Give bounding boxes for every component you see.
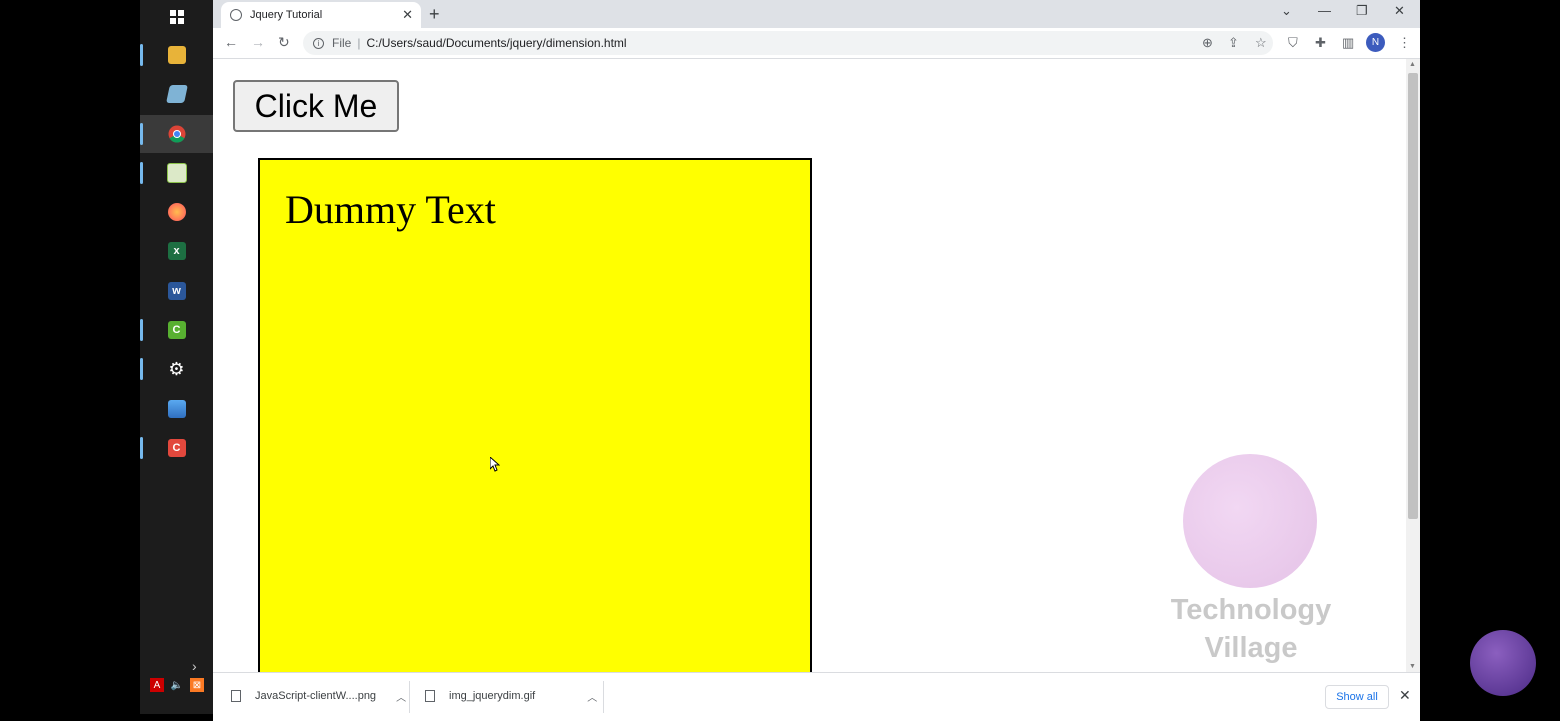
forward-button[interactable]: → bbox=[251, 34, 265, 50]
camtasia-recorder-icon: C bbox=[167, 439, 186, 457]
file-explorer-icon bbox=[167, 46, 186, 64]
chevron-up-icon[interactable]: ︿ bbox=[396, 689, 406, 704]
tab-title: Jquery Tutorial bbox=[250, 9, 323, 21]
download-filename: JavaScript-clientW....png bbox=[255, 690, 377, 702]
dummy-text: Dummy Text bbox=[285, 187, 496, 232]
taskbar-notepad[interactable] bbox=[140, 154, 213, 192]
chevron-down-icon[interactable]: ⌄ bbox=[1281, 3, 1292, 19]
watermark-text: Technology Village bbox=[1143, 591, 1359, 667]
watermark-line-2: Village bbox=[1204, 632, 1298, 664]
new-tab-button[interactable]: + bbox=[429, 4, 440, 25]
app-icon bbox=[165, 85, 188, 103]
taskbar-camtasia[interactable]: C bbox=[140, 311, 213, 349]
running-indicator bbox=[140, 123, 143, 145]
taskbar-app[interactable] bbox=[140, 75, 213, 113]
tab-strip: Jquery Tutorial ✕ + ⌄ — ❐ ✕ bbox=[213, 0, 1420, 28]
show-all-button[interactable]: Show all bbox=[1325, 685, 1389, 709]
camtasia-icon: C bbox=[167, 321, 186, 339]
running-indicator bbox=[140, 358, 143, 380]
divider bbox=[603, 681, 604, 713]
scroll-up-icon[interactable]: ▲ bbox=[1409, 61, 1416, 68]
close-icon[interactable]: ✕ bbox=[402, 7, 413, 23]
taskbar-word[interactable]: w bbox=[140, 272, 213, 310]
start-button[interactable] bbox=[140, 0, 213, 36]
browser-window: Jquery Tutorial ✕ + ⌄ — ❐ ✕ ← → ↻ i File… bbox=[213, 0, 1420, 721]
floating-logo-icon bbox=[1470, 630, 1536, 696]
zoom-icon[interactable]: ⊕ bbox=[1202, 35, 1213, 51]
vertical-scrollbar[interactable]: ▲ ▼ bbox=[1406, 59, 1420, 672]
page-viewport: Click Me Dummy Text Technology Village bbox=[213, 59, 1406, 672]
mouse-cursor-icon bbox=[490, 457, 500, 472]
tab-jquery-tutorial[interactable]: Jquery Tutorial ✕ bbox=[221, 2, 421, 28]
word-icon: w bbox=[167, 282, 186, 300]
side-panel-icon[interactable]: ▥ bbox=[1342, 35, 1354, 51]
volume-icon[interactable]: 🔈 bbox=[170, 678, 184, 692]
click-me-button[interactable]: Click Me bbox=[233, 80, 399, 132]
address-bar[interactable]: i File | C:/Users/saud/Documents/jquery/… bbox=[303, 31, 1273, 55]
taskbar-excel[interactable]: x bbox=[140, 232, 213, 270]
running-indicator bbox=[140, 437, 143, 459]
system-tray: A 🔈 ⊠ bbox=[150, 678, 204, 692]
download-bar: JavaScript-clientW....png ︿ img_jquerydi… bbox=[213, 672, 1420, 721]
divider: | bbox=[357, 36, 361, 50]
photos-icon bbox=[167, 400, 186, 418]
watermark-globe-icon bbox=[1183, 454, 1317, 588]
running-indicator bbox=[140, 44, 143, 66]
url-text: C:/Users/saud/Documents/jquery/dimension… bbox=[366, 36, 627, 50]
info-icon[interactable]: i bbox=[313, 37, 324, 49]
scrollbar-thumb[interactable] bbox=[1408, 73, 1418, 519]
extensions-icon[interactable]: ✚ bbox=[1315, 35, 1326, 51]
chevron-right-icon[interactable]: › bbox=[192, 658, 197, 674]
taskbar-firefox[interactable] bbox=[140, 193, 213, 231]
file-icon bbox=[231, 690, 241, 702]
running-indicator bbox=[140, 319, 143, 341]
taskbar-photos[interactable] bbox=[140, 390, 213, 428]
scheme-label: File bbox=[332, 36, 352, 50]
taskbar-camtasia-recorder[interactable]: C bbox=[140, 429, 213, 467]
firefox-icon bbox=[167, 203, 186, 221]
running-indicator bbox=[140, 162, 143, 184]
profile-avatar[interactable]: N bbox=[1366, 33, 1385, 52]
download-item[interactable]: JavaScript-clientW....png ︿ bbox=[231, 673, 406, 719]
star-icon[interactable]: ☆ bbox=[1255, 35, 1267, 51]
divider bbox=[409, 681, 410, 713]
chrome-icon bbox=[168, 125, 185, 143]
taskbar-chrome[interactable] bbox=[140, 115, 213, 153]
watermark-line-1: Technology bbox=[1170, 594, 1332, 626]
file-icon bbox=[425, 690, 435, 702]
excel-icon: x bbox=[167, 242, 186, 260]
taskbar: x w C ⚙ C › A 🔈 ⊠ bbox=[140, 0, 213, 714]
back-button[interactable]: ← bbox=[224, 34, 238, 50]
notepad-icon bbox=[166, 163, 187, 183]
share-icon[interactable]: ⇪ bbox=[1228, 35, 1239, 51]
restore-button[interactable]: ❐ bbox=[1356, 3, 1368, 19]
close-icon[interactable]: ✕ bbox=[1399, 687, 1411, 704]
reload-button[interactable]: ↻ bbox=[278, 34, 290, 51]
chevron-up-icon[interactable]: ︿ bbox=[587, 689, 597, 704]
window-close-button[interactable]: ✕ bbox=[1394, 3, 1405, 19]
windows-start-icon bbox=[169, 10, 184, 24]
scroll-down-icon[interactable]: ▼ bbox=[1409, 663, 1416, 670]
more-menu-icon[interactable]: ⋮ bbox=[1398, 35, 1411, 51]
download-item[interactable]: img_jquerydim.gif ︿ bbox=[425, 673, 597, 719]
shield-icon[interactable]: ⛉ bbox=[1288, 35, 1298, 51]
settings-icon: ⚙ bbox=[168, 358, 185, 379]
xampp-icon[interactable]: ⊠ bbox=[190, 678, 204, 692]
taskbar-file-explorer[interactable] bbox=[140, 36, 213, 74]
globe-icon bbox=[230, 9, 242, 21]
taskbar-settings[interactable]: ⚙ bbox=[140, 350, 213, 388]
acrobat-icon[interactable]: A bbox=[150, 678, 164, 692]
dummy-text-box: Dummy Text bbox=[258, 158, 812, 672]
browser-toolbar: ← → ↻ i File | C:/Users/saud/Documents/j… bbox=[213, 28, 1420, 59]
minimize-button[interactable]: — bbox=[1318, 3, 1331, 18]
download-filename: img_jquerydim.gif bbox=[449, 690, 536, 702]
